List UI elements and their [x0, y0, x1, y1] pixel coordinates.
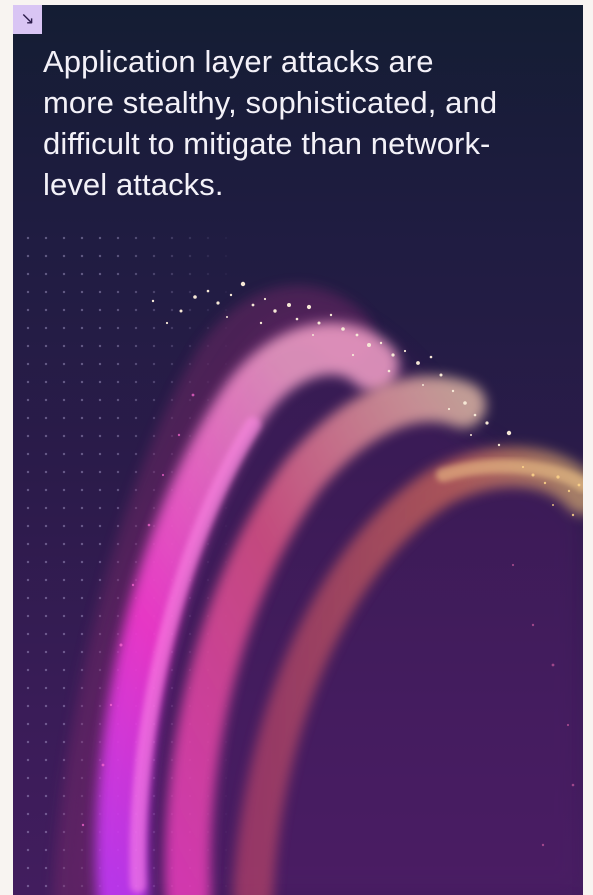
- headline-text: Application layer attacks are more steal…: [43, 44, 498, 202]
- hero-card: ↘ Application layer attacks are more ste…: [13, 5, 583, 895]
- arrow-down-right-icon: ↘: [13, 5, 42, 34]
- arrow-down-right-glyph: ↘: [20, 9, 35, 29]
